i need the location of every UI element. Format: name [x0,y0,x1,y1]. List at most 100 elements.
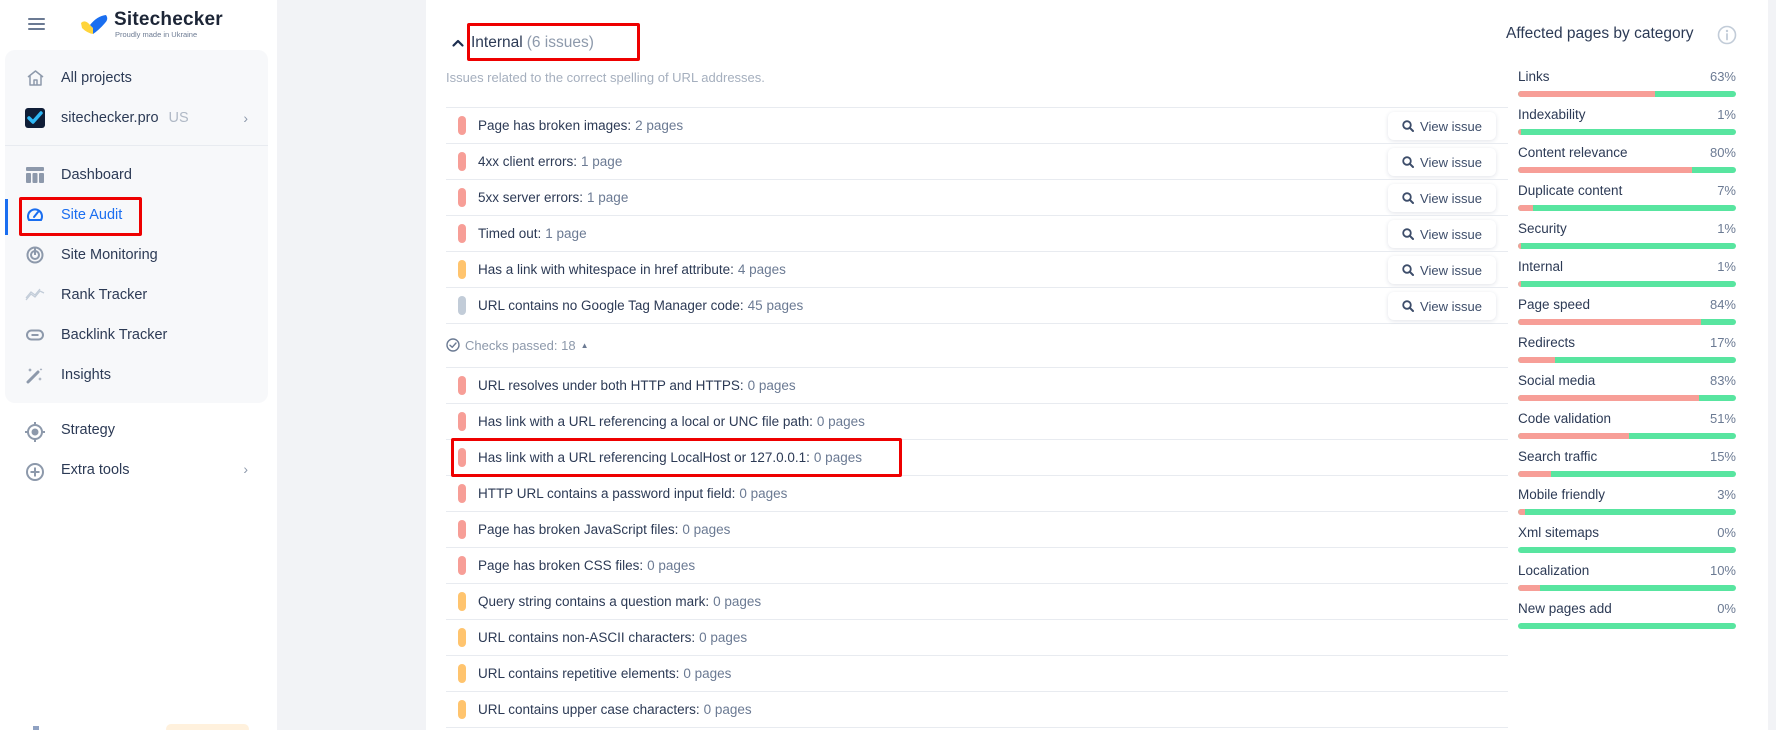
category-row[interactable]: Social media 83% [1518,373,1736,411]
search-icon [1402,156,1415,168]
check-row[interactable]: Has link with a URL referencing LocalHos… [446,439,1508,475]
category-row[interactable]: Content relevance 80% [1518,145,1736,183]
check-row[interactable]: URL contains repetitive elements: 0 pages [446,655,1508,691]
check-row[interactable]: Page has broken CSS files: 0 pages [446,547,1508,583]
category-label: Xml sitemaps [1518,525,1600,540]
check-circle-icon [446,338,460,352]
check-row[interactable]: Page has broken JavaScript files: 0 pages [446,511,1508,547]
section-header[interactable]: Internal (6 issues) [451,30,594,56]
category-label: Redirects [1518,335,1576,350]
sidebar-item-project[interactable]: sitechecker.pro US › [5,100,268,136]
category-label: New pages add [1518,601,1612,616]
check-text: Has link with a URL referencing LocalHos… [478,450,862,465]
issue-page-count[interactable]: 4 pages [738,262,786,277]
info-icon[interactable] [1717,25,1737,45]
category-row[interactable]: Mobile friendly 3% [1518,487,1736,525]
issue-text: URL contains no Google Tag Manager code:… [478,298,803,313]
category-percent: 17% [1709,335,1736,350]
category-progress-bar [1518,129,1736,135]
caret-up-icon: ▲ [580,340,589,350]
sidebar-item-insights[interactable]: Insights [5,357,268,393]
view-issue-button[interactable]: View issue [1388,292,1496,320]
sidebar-item-label: All projects [61,70,132,86]
category-row[interactable]: Xml sitemaps 0% [1518,525,1736,563]
check-row[interactable]: URL contains upper case characters: 0 pag… [446,691,1508,727]
severity-indicator [458,556,466,575]
category-row[interactable]: Duplicate content 7% [1518,183,1736,221]
sidebar-item-extra-tools[interactable]: Extra tools › [5,453,268,489]
category-progress-bar [1518,395,1736,401]
category-percent: 80% [1709,145,1736,160]
view-issue-button[interactable]: View issue [1388,148,1496,176]
check-page-count: 0 pages [683,666,732,681]
view-issue-label: View issue [1420,118,1482,134]
check-row[interactable]: URL contains non-ASCII characters: 0 page… [446,619,1508,655]
sidebar-item-site-audit[interactable]: Site Audit [5,197,268,233]
view-issue-button[interactable]: View issue [1388,112,1496,140]
speedometer-icon [25,206,45,224]
view-issue-button[interactable]: View issue [1388,256,1496,284]
sidebar-item-label: Site Monitoring [61,247,158,263]
issue-page-count[interactable]: 1 page [587,190,628,205]
project-name: sitechecker.pro [61,110,159,126]
brand-name[interactable]: Sitechecker [114,9,223,31]
issue-text: Timed out: 1 page [478,226,587,241]
issue-page-count[interactable]: 2 pages [635,118,683,133]
category-label: Indexability [1518,107,1586,122]
brand-tagline: Proudly made in Ukraine [115,30,198,39]
category-progress-bar [1518,167,1736,173]
check-row[interactable]: Has link with a URL referencing a local … [446,403,1508,439]
category-row[interactable]: Indexability 1% [1518,107,1736,145]
issue-page-count[interactable]: 1 page [581,154,622,169]
category-progress-bar [1518,281,1736,287]
category-percent: 51% [1709,411,1736,426]
right-gutter [1768,0,1776,730]
magic-wand-icon [25,366,45,384]
issue-row[interactable]: URL contains no Google Tag Manager code:… [446,287,1508,323]
check-row[interactable]: URL resolves under both HTTP and HTTPS: 0… [446,367,1508,403]
category-progress-bar [1518,509,1736,515]
category-row[interactable]: Redirects 17% [1518,335,1736,373]
issue-page-count[interactable]: 45 pages [748,298,804,313]
view-issue-label: View issue [1420,298,1482,314]
issue-row[interactable]: 4xx client errors: 1 page View issue [446,143,1508,179]
category-row[interactable]: Code validation 51% [1518,411,1736,449]
sidebar-item-label: Dashboard [61,167,132,183]
category-row[interactable]: Internal 1% [1518,259,1736,297]
view-issue-button[interactable]: View issue [1388,220,1496,248]
issue-row[interactable]: Page has broken images: 2 pages View issue [446,107,1508,143]
category-row[interactable]: Localization 10% [1518,563,1736,601]
sidebar-item-dashboard[interactable]: Dashboard [5,157,268,193]
category-row[interactable]: New pages add 0% [1518,601,1736,639]
category-row[interactable]: Security 1% [1518,221,1736,259]
checks-passed-toggle[interactable]: Checks passed: 18 ▲ [446,333,589,357]
check-row[interactable]: HTTP URL contains a password input field… [446,475,1508,511]
view-issue-button[interactable]: View issue [1388,184,1496,212]
view-issue-label: View issue [1420,190,1482,206]
check-text: Query string contains a question mark: 0 … [478,594,761,609]
category-progress-fill [1518,585,1540,591]
check-row[interactable]: Query string contains a question mark: 0 … [446,583,1508,619]
sidebar-item-rank-tracker[interactable]: Rank Tracker [5,277,268,313]
category-row[interactable]: Page speed 84% [1518,297,1736,335]
check-label: URL contains non-ASCII characters: [478,630,696,645]
category-progress-fill [1518,167,1693,173]
severity-indicator [458,520,466,539]
severity-indicator [458,152,466,171]
sidebar-item-strategy[interactable]: Strategy [5,413,268,449]
check-label: URL contains repetitive elements: [478,666,680,681]
menu-toggle-icon[interactable] [28,18,45,30]
sidebar-item-label: Backlink Tracker [61,327,168,343]
chevron-up-icon[interactable] [451,36,465,50]
checks-passed-label: Checks passed: 18 [465,337,576,353]
sidebar-item-all-projects[interactable]: All projects [5,60,268,96]
sidebar-item-site-monitoring[interactable]: Site Monitoring [5,237,268,273]
category-row[interactable]: Search traffic 15% [1518,449,1736,487]
issue-page-count[interactable]: 1 page [545,226,586,241]
issue-row[interactable]: Has a link with whitespace in href attri… [446,251,1508,287]
issue-row[interactable]: Timed out: 1 page View issue [446,215,1508,251]
category-row[interactable]: Links 63% [1518,69,1736,107]
sidebar-item-backlink-tracker[interactable]: Backlink Tracker [5,317,268,353]
issue-row[interactable]: 5xx server errors: 1 page View issue [446,179,1508,215]
category-percent: 0% [1717,601,1736,616]
